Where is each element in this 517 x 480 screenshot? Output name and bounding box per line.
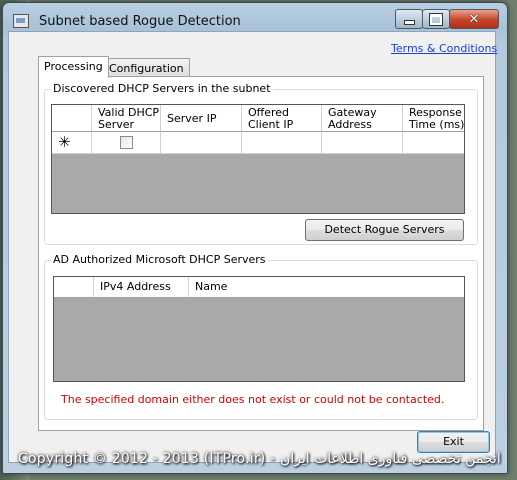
valid-dhcp-checkbox[interactable] (120, 136, 133, 149)
column-header-valid-dhcp[interactable]: Valid DHCP Server (92, 105, 161, 132)
tab-processing[interactable]: Processing (38, 56, 109, 78)
column-header-offered-client-ip[interactable]: Offered Client IP (242, 105, 322, 132)
close-button[interactable]: ✕ (449, 9, 499, 29)
terms-conditions-link[interactable]: Terms & Conditions (391, 42, 497, 55)
discovered-servers-grid[interactable]: Valid DHCP Server Server IP Offered Clie… (51, 104, 465, 214)
minimize-icon (403, 20, 415, 25)
column-header-ipv4-address[interactable]: IPv4 Address (94, 277, 189, 298)
table-row-cell-response-time[interactable] (403, 132, 464, 154)
new-row-icon: ✳ (58, 133, 71, 151)
table-row-cell-server-ip[interactable] (161, 132, 242, 154)
discovered-servers-group-label: Discovered DHCP Servers in the subnet (51, 82, 273, 95)
column-header-response-time[interactable]: Response Time (ms) (403, 105, 464, 132)
row-header-column (54, 277, 94, 298)
window-title: Subnet based Rogue Detection (39, 14, 241, 29)
column-header-server-ip[interactable]: Server IP (161, 105, 242, 132)
new-row-header: ✳ (52, 132, 92, 154)
app-icon (13, 14, 29, 28)
row-header-column (52, 105, 92, 132)
error-message: The specified domain either does not exi… (61, 393, 445, 406)
table-row-cell-gateway-address[interactable] (322, 132, 403, 154)
column-header-name[interactable]: Name (189, 277, 464, 298)
table-row-cell-valid-dhcp[interactable] (92, 132, 161, 154)
maximize-button[interactable] (422, 9, 450, 29)
ad-authorized-grid[interactable]: IPv4 Address Name (53, 276, 465, 382)
watermark: Copyright © 2012 - 2013 (ITPro.ir) - انج… (18, 451, 501, 467)
tab-configuration[interactable]: Configuration (103, 58, 190, 78)
close-icon: ✕ (468, 11, 480, 27)
maximize-icon (429, 12, 443, 26)
ad-authorized-group-label: AD Authorized Microsoft DHCP Servers (51, 253, 268, 266)
table-row-cell-offered-client-ip[interactable] (242, 132, 322, 154)
exit-button[interactable]: Exit (417, 431, 490, 453)
detect-rogue-servers-button[interactable]: Detect Rogue Servers (305, 219, 464, 241)
minimize-button[interactable] (395, 9, 423, 29)
column-header-gateway-address[interactable]: Gateway Address (322, 105, 403, 132)
